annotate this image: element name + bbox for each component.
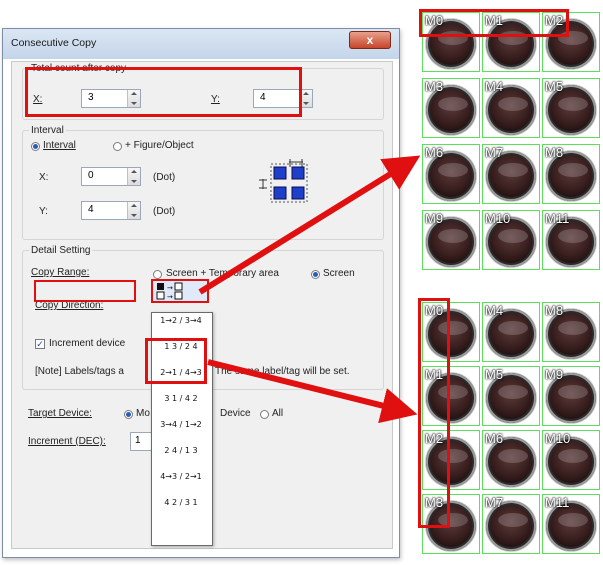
- arrow-to-row-major: [198, 155, 421, 295]
- arrow-to-column-major: [207, 359, 418, 424]
- explanation-arrows: [198, 155, 421, 424]
